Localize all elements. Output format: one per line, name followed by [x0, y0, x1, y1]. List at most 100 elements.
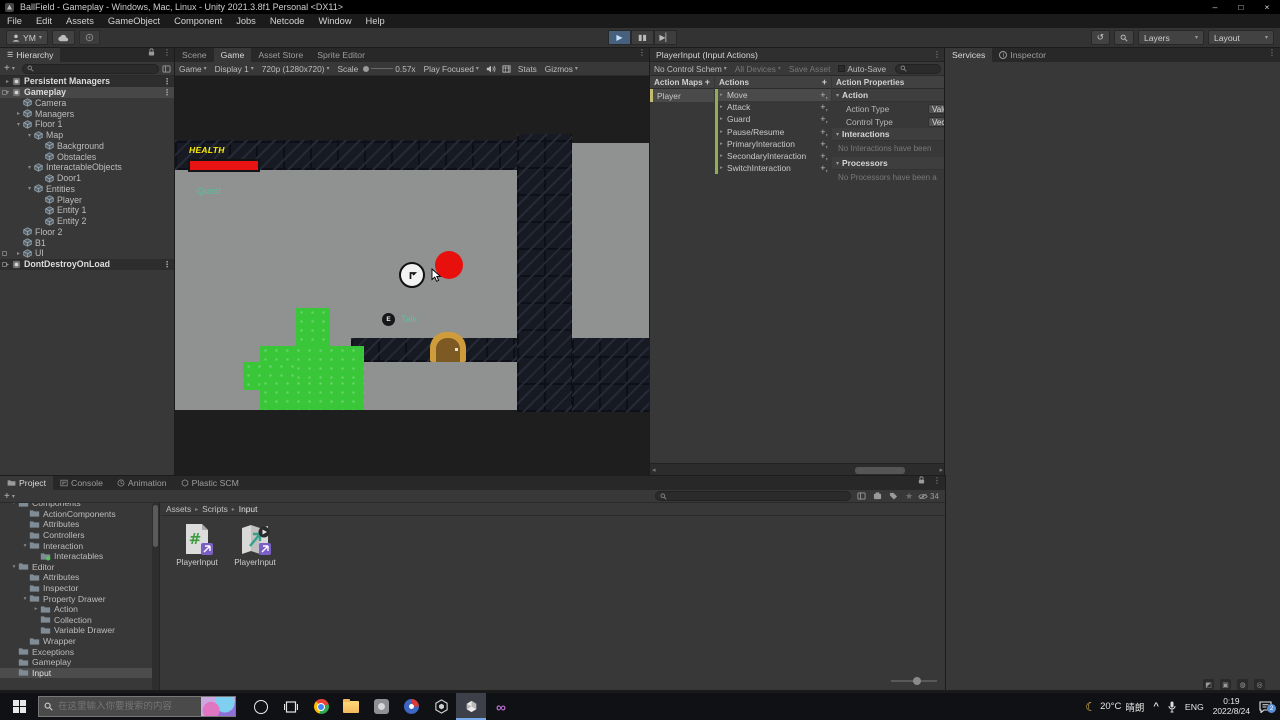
action-item[interactable]: ▸SecondaryInteraction+, [715, 150, 831, 162]
devices-dropdown[interactable]: All Devices▾ [731, 64, 785, 74]
menu-component[interactable]: Component [167, 16, 229, 26]
hierarchy-item[interactable]: Player [0, 194, 175, 205]
menu-gameobject[interactable]: GameObject [101, 16, 167, 26]
hierarchy-item[interactable]: Entity 1 [0, 205, 175, 216]
search-highlight-art[interactable] [201, 697, 235, 716]
project-tree-item[interactable]: Interactables [0, 551, 159, 562]
add-action-button[interactable]: + [822, 77, 827, 87]
add-binding-button[interactable]: +, [820, 90, 831, 100]
action-item[interactable]: ▸Guard+, [715, 113, 831, 125]
foldout-open-icon[interactable]: ▾ [10, 564, 18, 570]
microphone-icon[interactable] [1168, 701, 1176, 713]
scene-visibility-icon[interactable] [2, 251, 7, 256]
favorites-star-icon[interactable]: ★ [905, 491, 913, 502]
foldout-open-icon[interactable]: ▾ [14, 121, 23, 128]
add-binding-button[interactable]: +, [820, 127, 831, 137]
asset-item[interactable]: PlayerInput [233, 522, 277, 567]
project-tree-item[interactable]: ▾Property Drawer [0, 593, 159, 604]
tab-scene[interactable]: Scene [175, 48, 214, 62]
display-dropdown[interactable]: Display 1▾ [211, 64, 258, 74]
property-value-dropdown[interactable]: Value [928, 104, 945, 115]
playerinput-options-icon[interactable]: ⋮ [929, 50, 945, 59]
hierarchy-item[interactable]: ▾Entities [0, 184, 175, 195]
slider-knob[interactable] [913, 677, 921, 685]
scrollbar-thumb[interactable] [153, 505, 158, 547]
project-tree-item[interactable]: Controllers [0, 530, 159, 541]
breadcrumb-item[interactable]: Scripts [202, 504, 228, 514]
maximize-button[interactable]: □ [1228, 2, 1254, 12]
add-binding-button[interactable]: +, [820, 102, 831, 112]
menu-jobs[interactable]: Jobs [229, 16, 263, 26]
project-search-input[interactable] [655, 491, 851, 501]
hierarchy-filter-icon[interactable] [162, 65, 171, 73]
visual-studio-icon[interactable]: ∞ [486, 693, 516, 720]
control-scheme-dropdown[interactable]: No Control Schem▾ [650, 64, 731, 74]
pause-button[interactable]: ▮▮ [631, 30, 654, 45]
breadcrumb-item[interactable]: Assets [166, 504, 191, 514]
tray-overlay-icon[interactable]: ◍ [1237, 679, 1248, 690]
taskbar-search-box[interactable] [38, 696, 236, 717]
start-button[interactable] [0, 693, 38, 720]
project-tree-item[interactable]: Attributes [0, 572, 159, 583]
foldout-open-icon[interactable]: ▾ [25, 185, 34, 192]
hierarchy-item[interactable]: B1 [0, 237, 175, 248]
scroll-left-icon[interactable]: ◂ [650, 466, 656, 474]
tab-sprite-editor[interactable]: Sprite Editor [310, 48, 372, 62]
tab-plastic-scm[interactable]: Plastic SCM [174, 476, 246, 490]
foldout-closed-icon[interactable]: ▸ [720, 153, 727, 159]
project-tree-item[interactable]: Attributes [0, 519, 159, 530]
project-tree-item[interactable]: ▾Interaction [0, 540, 159, 551]
chrome-icon[interactable] [306, 693, 336, 720]
taskbar-search-input[interactable] [58, 701, 178, 712]
save-asset-button[interactable]: Save Asset [785, 64, 835, 74]
tab-game[interactable]: Game [214, 48, 252, 62]
layers-dropdown[interactable]: Layers▾ [1138, 30, 1204, 45]
language-indicator[interactable]: ENG [1185, 702, 1204, 712]
foldout-closed-icon[interactable]: ▸ [720, 129, 727, 135]
tray-overlay-icon[interactable]: ▣ [1220, 679, 1231, 690]
add-binding-button[interactable]: +, [820, 114, 831, 124]
thumbnail-size-slider[interactable] [891, 677, 937, 685]
menu-file[interactable]: File [0, 16, 29, 26]
foldout-open-icon[interactable]: ▾ [25, 132, 34, 139]
menu-assets[interactable]: Assets [59, 16, 101, 26]
menu-help[interactable]: Help [359, 16, 392, 26]
action-item[interactable]: ▸Move+, [715, 89, 831, 101]
project-tree-item[interactable]: Variable Drawer [0, 625, 159, 636]
hierarchy-item[interactable]: ▸Managers [0, 108, 175, 119]
menu-edit[interactable]: Edit [29, 16, 59, 26]
hierarchy-search-input[interactable] [22, 64, 159, 74]
row-options-icon[interactable]: ⋮ [159, 88, 175, 97]
foldout-closed-icon[interactable]: ▸ [14, 110, 23, 117]
mute-audio-icon[interactable] [483, 65, 499, 73]
project-tree-item[interactable]: Inspector [0, 583, 159, 594]
project-tree-item[interactable]: Gameplay [0, 657, 159, 668]
foldout-open-icon[interactable]: ▾ [21, 543, 29, 549]
tab-animation[interactable]: Animation [110, 476, 174, 490]
project-tree-item[interactable]: Wrapper [0, 636, 159, 647]
tab-project[interactable]: Project [0, 476, 53, 490]
action-item[interactable]: ▸PrimaryInteraction+, [715, 138, 831, 150]
project-tree-scrollbar[interactable] [152, 503, 159, 691]
action-item[interactable]: ▸SwitchInteraction+, [715, 162, 831, 174]
tray-overlay-icon[interactable]: ◩ [1203, 679, 1214, 690]
add-binding-button[interactable]: +, [820, 163, 831, 173]
scene-visibility-icon[interactable] [2, 262, 7, 267]
close-button[interactable]: × [1254, 2, 1280, 12]
scale-thumb[interactable] [363, 66, 369, 72]
scrollbar-thumb[interactable] [855, 467, 905, 474]
project-tree-item[interactable]: ▸Action [0, 604, 159, 615]
foldout-closed-icon[interactable]: ▸ [720, 92, 727, 98]
scale-slider[interactable]: Scale 0.57x [334, 64, 420, 74]
foldout-closed-icon[interactable]: ▸ [720, 116, 727, 122]
hierarchy-item[interactable]: ▸Persistent Managers⋮ [0, 76, 175, 87]
menu-window[interactable]: Window [311, 16, 358, 26]
foldout-open-icon[interactable]: ▾ [10, 503, 18, 506]
tab-asset-store[interactable]: Asset Store [251, 48, 310, 62]
foldout-open-icon[interactable]: ▾ [25, 164, 34, 171]
focus-mode-dropdown[interactable]: Play Focused▾ [420, 64, 483, 74]
hierarchy-item[interactable]: ▸DontDestroyOnLoad⋮ [0, 259, 175, 270]
panel-options-icon[interactable]: ⋮ [1264, 48, 1280, 62]
foldout-closed-icon[interactable]: ▸ [3, 78, 12, 85]
hierarchy-item[interactable]: Camera [0, 98, 175, 109]
